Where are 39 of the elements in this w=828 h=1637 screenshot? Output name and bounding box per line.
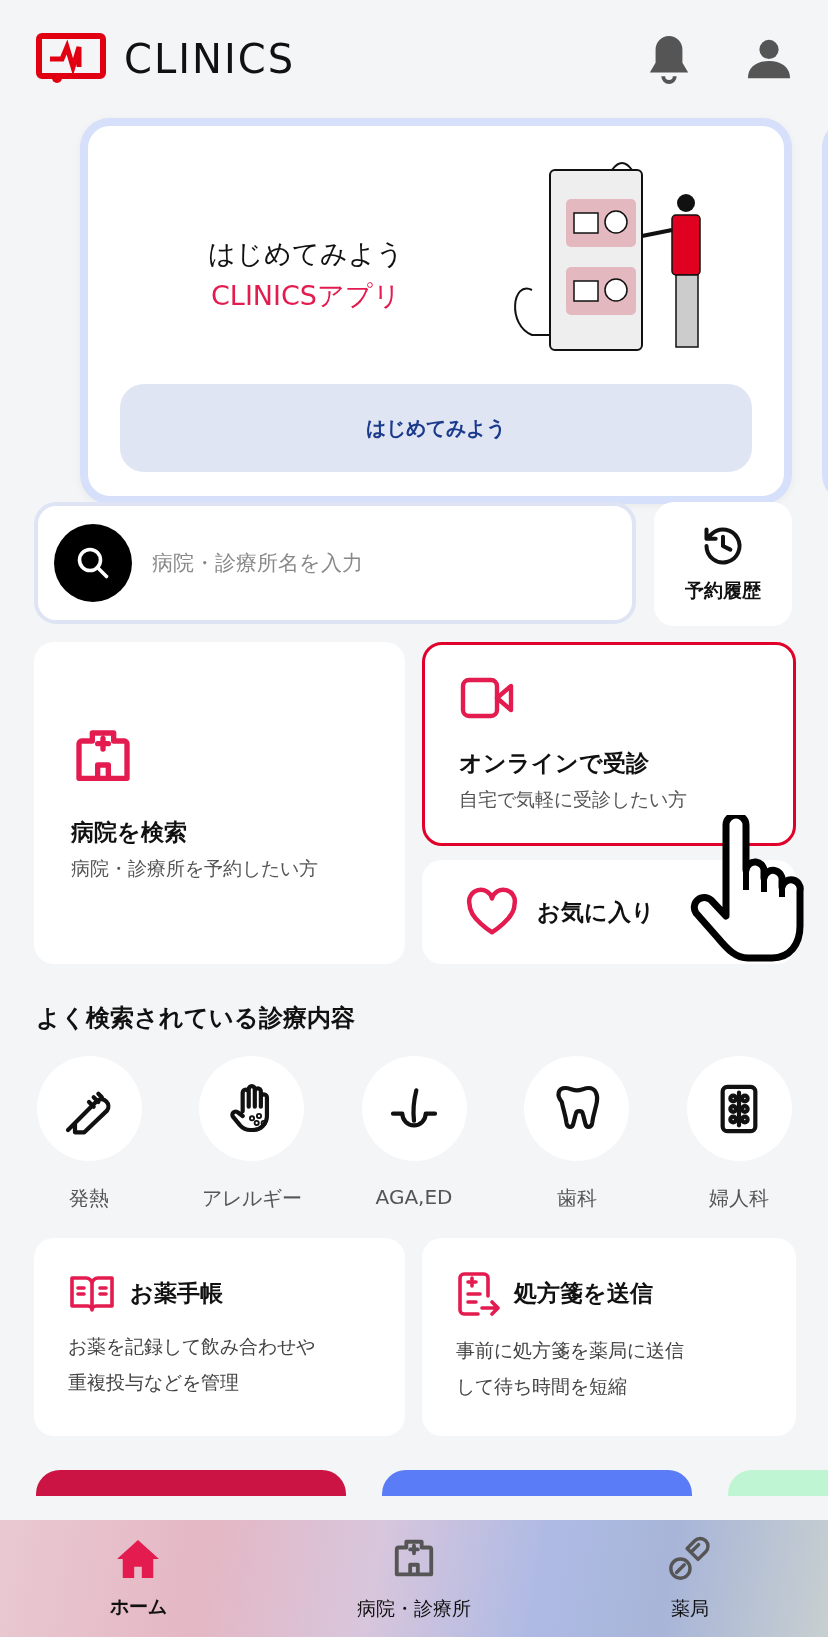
card-title: オンラインで受診 [459, 748, 649, 778]
prescription-icon [456, 1269, 500, 1318]
category-label: アレルギー [201, 1185, 302, 1212]
history-button[interactable]: 予約履歴 [654, 502, 792, 626]
search-field[interactable]: 病院・診療所名を入力 [34, 502, 636, 624]
logo-text: CLINICS [124, 36, 296, 82]
card-description: お薬を記録して飲み合わせや [68, 1333, 315, 1359]
card-description: 事前に処方箋を薬局に送信 [456, 1337, 684, 1363]
book-icon [68, 1273, 116, 1314]
card-title: お薬手帳 [130, 1279, 223, 1309]
logo-icon [36, 33, 106, 85]
card-title: お気に入り [537, 897, 655, 927]
tab-item[interactable]: 薬局 [552, 1520, 828, 1637]
heart-icon [465, 887, 519, 937]
card-title: 病院を検索 [71, 817, 187, 847]
card-subtitle: 病院・診療所を予約したい方 [71, 855, 318, 881]
card-title: 処方箋を送信 [514, 1279, 653, 1309]
category-label: 発熱 [69, 1185, 109, 1212]
promo-card[interactable] [382, 1470, 692, 1496]
category-label: AGA,ED [375, 1185, 453, 1209]
tool-card[interactable]: お薬手帳 お薬を記録して飲み合わせや 重複投与などを管理 [34, 1238, 405, 1436]
home-icon [115, 1537, 161, 1580]
card-subtitle: 自宅で気軽に受診したい方 [459, 786, 687, 812]
promo-card[interactable] [36, 1470, 346, 1496]
category-label: 婦人科 [709, 1185, 769, 1212]
start-button[interactable]: はじめてみよう [120, 384, 752, 472]
tab-item[interactable]: 病院・診療所 [276, 1520, 552, 1637]
banner-title: はじめてみよう [208, 237, 404, 271]
tab-item[interactable]: ホーム [0, 1520, 276, 1637]
history-icon [701, 524, 745, 568]
card-description: して待ち時間を短縮 [456, 1374, 628, 1399]
section-title: よく検索されている診療内容 [35, 1003, 356, 1034]
category-label: 歯科 [556, 1185, 597, 1212]
menu-card[interactable]: オンラインで受診 自宅で気軽に受診したい方 [422, 642, 796, 846]
pills-icon [667, 1535, 713, 1582]
banner-subtitle: CLINICSアプリ [211, 279, 401, 313]
card-description: 重複投与などを管理 [68, 1370, 240, 1395]
tool-card[interactable]: 処方箋を送信 事前に処方箋を薬局に送信 して待ち時間を短縮 [422, 1238, 796, 1436]
menu-card[interactable]: 病院を検索 病院・診療所を予約したい方 [34, 642, 405, 964]
